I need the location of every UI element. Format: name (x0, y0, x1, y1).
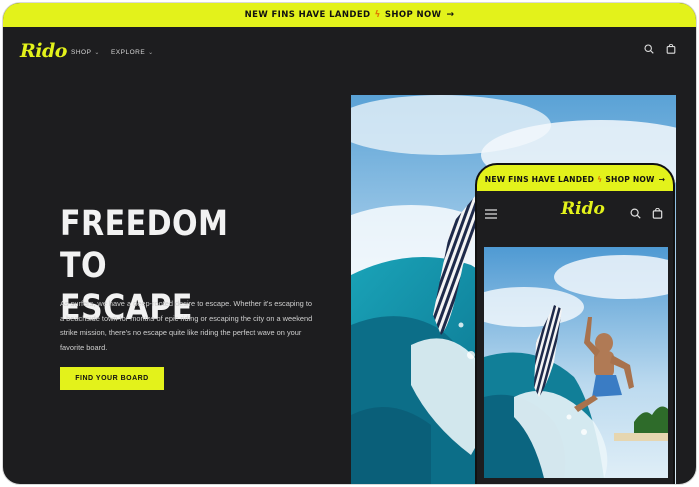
mobile-brand-logo[interactable]: Rido (561, 199, 605, 219)
find-your-board-button[interactable]: FIND YOUR BOARD (60, 367, 164, 390)
cart-icon[interactable] (666, 44, 676, 54)
mobile-shop-now-link[interactable]: SHOP NOW (605, 175, 654, 184)
nav-item-shop[interactable]: SHOP ⌄ (71, 49, 100, 56)
search-icon[interactable] (630, 206, 641, 224)
mobile-announcement-text: NEW FINS HAVE LANDED (484, 175, 595, 184)
chevron-down-icon: ⌄ (148, 50, 154, 56)
mobile-hero-image (484, 247, 668, 478)
nav-item-label: SHOP (71, 49, 92, 56)
menu-icon[interactable] (485, 206, 497, 224)
brand-logo[interactable]: Rido (20, 40, 67, 62)
announcement-text: NEW FINS HAVE LANDED (244, 10, 371, 20)
lightning-icon: ϟ (597, 175, 603, 184)
mobile-preview: NEW FINS HAVE LANDED ϟ SHOP NOW → Rido (475, 163, 675, 484)
lightning-icon: ϟ (374, 10, 381, 20)
arrow-right-icon: → (658, 175, 666, 184)
cart-icon[interactable] (652, 206, 663, 224)
header-nav: Rido SHOP ⌄ EXPLORE ⌄ (3, 27, 696, 77)
nav-item-label: EXPLORE (110, 49, 146, 56)
shop-now-link[interactable]: SHOP NOW (385, 10, 442, 20)
chevron-down-icon: ⌄ (94, 50, 100, 56)
mobile-announcement-bar[interactable]: NEW FINS HAVE LANDED ϟ SHOP NOW → (477, 165, 673, 191)
search-icon[interactable] (644, 44, 654, 54)
hero-title-line: FREEDOM TO (60, 204, 229, 286)
mobile-header-icons (630, 206, 663, 224)
nav-item-explore[interactable]: EXPLORE ⌄ (111, 49, 154, 56)
hero-description: As surfers, we have a deep-rooted desire… (60, 299, 313, 352)
desktop-frame: NEW FINS HAVE LANDED ϟ SHOP NOW → Rido S… (2, 2, 697, 485)
header-icons (644, 44, 676, 54)
main-menu: SHOP ⌄ EXPLORE ⌄ (71, 49, 154, 56)
announcement-bar[interactable]: NEW FINS HAVE LANDED ϟ SHOP NOW → (3, 3, 696, 27)
arrow-right-icon: → (446, 10, 455, 20)
